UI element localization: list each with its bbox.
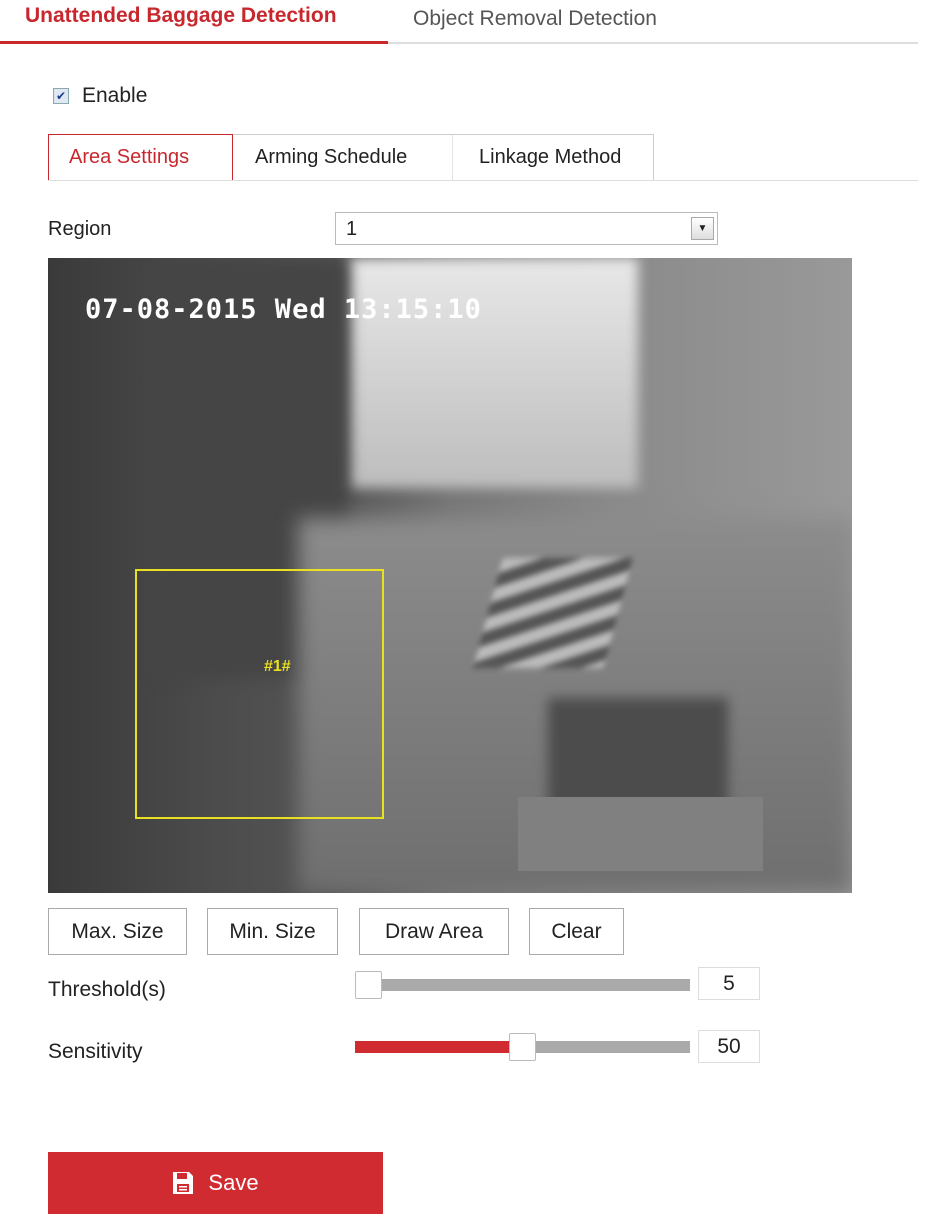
enable-checkbox[interactable]: ✔ <box>53 88 69 104</box>
step-arming-schedule[interactable]: Arming Schedule <box>233 135 453 180</box>
region-select[interactable]: 1 ▼ <box>335 212 718 245</box>
active-tab-indicator <box>0 41 388 44</box>
sensitivity-input[interactable]: 50 <box>698 1030 760 1063</box>
max-size-button[interactable]: Max. Size <box>48 908 187 955</box>
floppy-disk-icon <box>173 1172 194 1194</box>
save-button[interactable]: Save <box>48 1152 383 1214</box>
sensitivity-slider-fill <box>355 1041 523 1053</box>
privacy-mask <box>518 797 763 871</box>
region-value: 1 <box>346 218 358 240</box>
tab-unattended-baggage[interactable]: Unattended Baggage Detection <box>25 4 337 28</box>
sensitivity-slider-thumb[interactable] <box>509 1033 536 1061</box>
step-label: Arming Schedule <box>255 146 408 168</box>
step-label: Area Settings <box>69 146 190 168</box>
sensitivity-slider[interactable] <box>355 1033 690 1061</box>
enable-label: Enable <box>82 84 148 107</box>
threshold-slider-thumb[interactable] <box>355 971 382 999</box>
steps-divider <box>48 180 918 181</box>
threshold-input[interactable]: 5 <box>698 967 760 1000</box>
threshold-label: Threshold(s) <box>48 978 166 1001</box>
step-area-settings[interactable]: Area Settings <box>48 134 233 181</box>
clear-button[interactable]: Clear <box>529 908 624 955</box>
settings-steps: Area Settings Arming Schedule Linkage Me… <box>48 134 654 181</box>
scene-dark-floor-patch <box>548 698 728 808</box>
osd-timestamp: 07-08-2015 Wed 13:15:10 <box>85 294 482 325</box>
scene-window <box>348 258 638 488</box>
region-number-label: #1# <box>264 658 291 675</box>
min-size-button[interactable]: Min. Size <box>207 908 338 955</box>
sensitivity-label: Sensitivity <box>48 1040 143 1063</box>
video-preview[interactable]: 07-08-2015 Wed 13:15:10 #1# <box>48 258 852 893</box>
tab-object-removal[interactable]: Object Removal Detection <box>413 7 657 31</box>
detection-region-1[interactable] <box>135 569 384 819</box>
draw-area-button[interactable]: Draw Area <box>359 908 509 955</box>
region-label: Region <box>48 218 112 240</box>
save-label: Save <box>208 1170 259 1195</box>
step-label: Linkage Method <box>479 146 622 168</box>
threshold-slider[interactable] <box>355 971 690 999</box>
step-linkage-method[interactable]: Linkage Method <box>453 135 621 180</box>
chevron-down-icon[interactable]: ▼ <box>691 217 714 240</box>
